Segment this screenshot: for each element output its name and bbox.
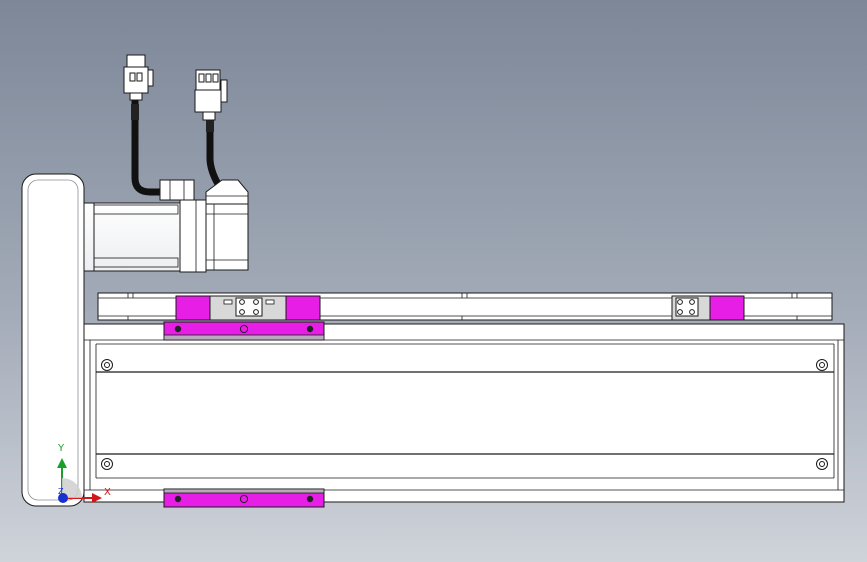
base-extrusion (83, 323, 845, 503)
servo-motor (83, 199, 249, 273)
cad-viewport[interactable]: X Y Z (0, 0, 867, 562)
end-cap-plate (21, 173, 85, 507)
linear-module-drawing (21, 54, 845, 508)
axis-z-label: Z (58, 487, 64, 496)
mount-hole (816, 359, 828, 371)
power-cable-gland (205, 179, 249, 205)
carriage-plate-top[interactable] (163, 321, 325, 341)
power-connector[interactable] (194, 69, 228, 121)
axis-y-label: Y (58, 443, 65, 454)
slider-block-left[interactable] (175, 295, 321, 321)
encoder-connector[interactable] (123, 54, 154, 101)
carriage-plate-bottom[interactable] (163, 488, 325, 508)
encoder-cable-gland (159, 179, 195, 201)
encoder-cable (131, 96, 166, 196)
power-cable (206, 116, 222, 188)
mount-hole (101, 458, 113, 470)
mount-hole (101, 359, 113, 371)
mount-hole (816, 458, 828, 470)
axis-x-label: X (104, 487, 111, 498)
slider-block-right[interactable] (671, 295, 745, 321)
